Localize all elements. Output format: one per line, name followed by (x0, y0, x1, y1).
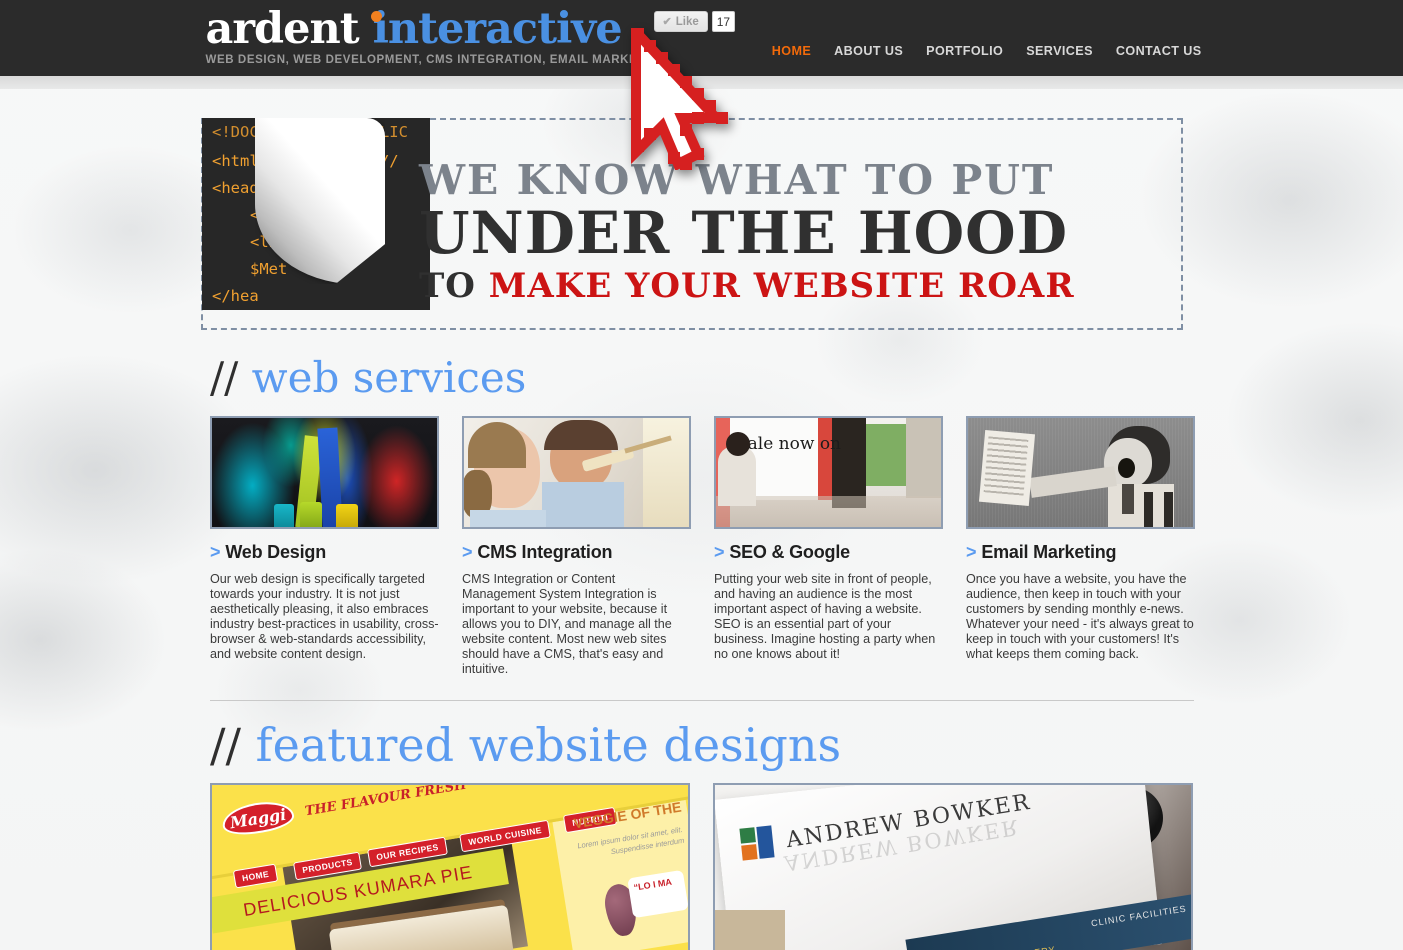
bowker-logo-col-right (756, 825, 775, 859)
featured-item-andrew-bowker[interactable]: ANDREW BOWKER ANDREW BOWKER ROSCOPIC SUR… (713, 783, 1193, 950)
logo-text-ardent: ardent (205, 4, 360, 54)
section-slashes-icon: // (210, 718, 241, 772)
like-count-badge: 17 (711, 11, 736, 32)
chevron-right-icon: > (714, 542, 725, 562)
service-body-web-design: Our web design is specifically targeted … (210, 572, 439, 661)
bowker-nav-item-clinic[interactable]: CLINIC FACILITIES (1090, 903, 1187, 928)
service-thumbnail-email-marketing[interactable] (966, 416, 1195, 529)
section-slashes-icon: // (210, 353, 239, 402)
page-root: ardent interactive WEB DESIGN, WEB DEVEL… (0, 0, 1403, 950)
section-heading-featured-designs: // featured website designs (210, 721, 1201, 769)
like-button-label: Like (675, 15, 699, 28)
chevron-right-icon: > (462, 542, 473, 562)
hero-headline-line3: TO MAKE YOUR WEBSITE ROAR (419, 266, 1159, 306)
web-services-grid: > Web Design Our web design is specifical… (210, 416, 1201, 677)
boy-shouting-newspaper-image (968, 418, 1193, 527)
featured-item-maggi[interactable]: Maggi THE FLAVOUR FRESH HOME PRODUCTS OU… (210, 783, 690, 950)
nav-item-contact-us[interactable]: CONTACT US (1116, 44, 1202, 58)
service-body-email-marketing: Once you have a website, you have the au… (966, 572, 1194, 661)
site-header: ardent interactive WEB DESIGN, WEB DEVEL… (0, 0, 1403, 76)
chevron-right-icon: > (210, 542, 221, 562)
section-heading-text: featured website designs (255, 718, 842, 772)
service-card-email-marketing[interactable]: > Email Marketing Once you have a website… (966, 416, 1195, 677)
main-navigation: HOME ABOUT US PORTFOLIO SERVICES CONTACT… (772, 44, 1202, 58)
section-heading-text: web services (251, 353, 527, 402)
content-wrapper: <!DOCTYPE html PUBLIC <html xmlns="http:… (201, 89, 1201, 950)
header-shadow-bar (0, 76, 1403, 89)
service-title-text: Email Marketing (981, 542, 1117, 562)
section-heading-web-services: // web services (210, 354, 1201, 402)
service-title-text: CMS Integration (477, 542, 613, 562)
like-button[interactable]: ✔ Like (653, 11, 708, 32)
check-icon: ✔ (662, 16, 672, 28)
service-title-web-design: > Web Design (210, 542, 439, 563)
sale-now-on-crowd-image: Sale now on (716, 418, 941, 527)
hero-line3-highlight: MAKE YOUR WEBSITE ROAR (488, 266, 1075, 306)
site-tagline: WEB DESIGN, WEB DEVELOPMENT, CMS INTEGRA… (205, 54, 668, 66)
logo-text-interactive: interactive (372, 4, 623, 54)
header-inner: ardent interactive WEB DESIGN, WEB DEVEL… (202, 0, 1202, 76)
service-thumbnail-cms-integration[interactable] (462, 416, 691, 529)
bowker-logo-square-green (739, 827, 756, 844)
logo-dot-icon (370, 11, 382, 22)
hero-banner[interactable]: <!DOCTYPE html PUBLIC <html xmlns="http:… (201, 118, 1183, 330)
bowker-floor-edge (715, 910, 785, 950)
bowker-logo-square-orange (741, 844, 758, 861)
service-card-seo-google[interactable]: Sale now on > SEO & Google Putting your w… (714, 416, 943, 677)
service-title-text: SEO & Google (729, 542, 850, 562)
service-title-cms-integration: > CMS Integration (462, 542, 691, 563)
service-title-seo-google: > SEO & Google (714, 542, 943, 563)
nav-item-about-us[interactable]: ABOUT US (834, 44, 903, 58)
bowker-logo-col-left (739, 827, 758, 861)
service-card-web-design[interactable]: > Web Design Our web design is specifical… (210, 416, 439, 677)
nav-item-home[interactable]: HOME (772, 44, 811, 58)
service-thumbnail-seo-google[interactable]: Sale now on (714, 416, 943, 529)
hero-headline-group: WE KNOW WHAT TO PUT UNDER THE HOOD TO MA… (419, 158, 1159, 306)
hero-headline-line2: UNDER THE HOOD (419, 199, 1068, 267)
bowker-logo-square-blue (756, 825, 775, 859)
service-title-email-marketing: > Email Marketing (966, 542, 1195, 563)
service-body-cms-integration: CMS Integration or Content Management Sy… (462, 572, 672, 676)
site-logo[interactable]: ardent interactive WEB DESIGN, WEB DEVEL… (206, 6, 668, 66)
chevron-right-icon: > (966, 542, 977, 562)
couple-painting-image (464, 418, 689, 527)
bowker-nav-item-surgery[interactable]: ROSCOPIC SURGERY (945, 944, 1056, 950)
service-card-cms-integration[interactable]: > CMS Integration CMS Integration or Cont… (462, 416, 691, 677)
nav-item-services[interactable]: SERVICES (1026, 44, 1093, 58)
hero-line3-prefix: TO (419, 266, 489, 306)
section-divider (210, 700, 1194, 701)
paint-splash-image (212, 418, 437, 527)
code-line-6: </hea (212, 287, 259, 305)
hero-headline-line1: WE KNOW WHAT TO PUT (419, 156, 1055, 204)
service-title-text: Web Design (225, 542, 326, 562)
bowker-logo-icon (739, 825, 775, 861)
nav-item-portfolio[interactable]: PORTFOLIO (926, 44, 1003, 58)
facebook-like-widget[interactable]: ✔ Like 17 (653, 11, 736, 32)
logo-wordmark: ardent interactive (206, 6, 668, 52)
service-body-seo-google: Putting your web site in front of people… (714, 572, 936, 661)
featured-designs-grid: Maggi THE FLAVOUR FRESH HOME PRODUCTS OU… (210, 783, 1201, 950)
service-thumbnail-web-design[interactable] (210, 416, 439, 529)
